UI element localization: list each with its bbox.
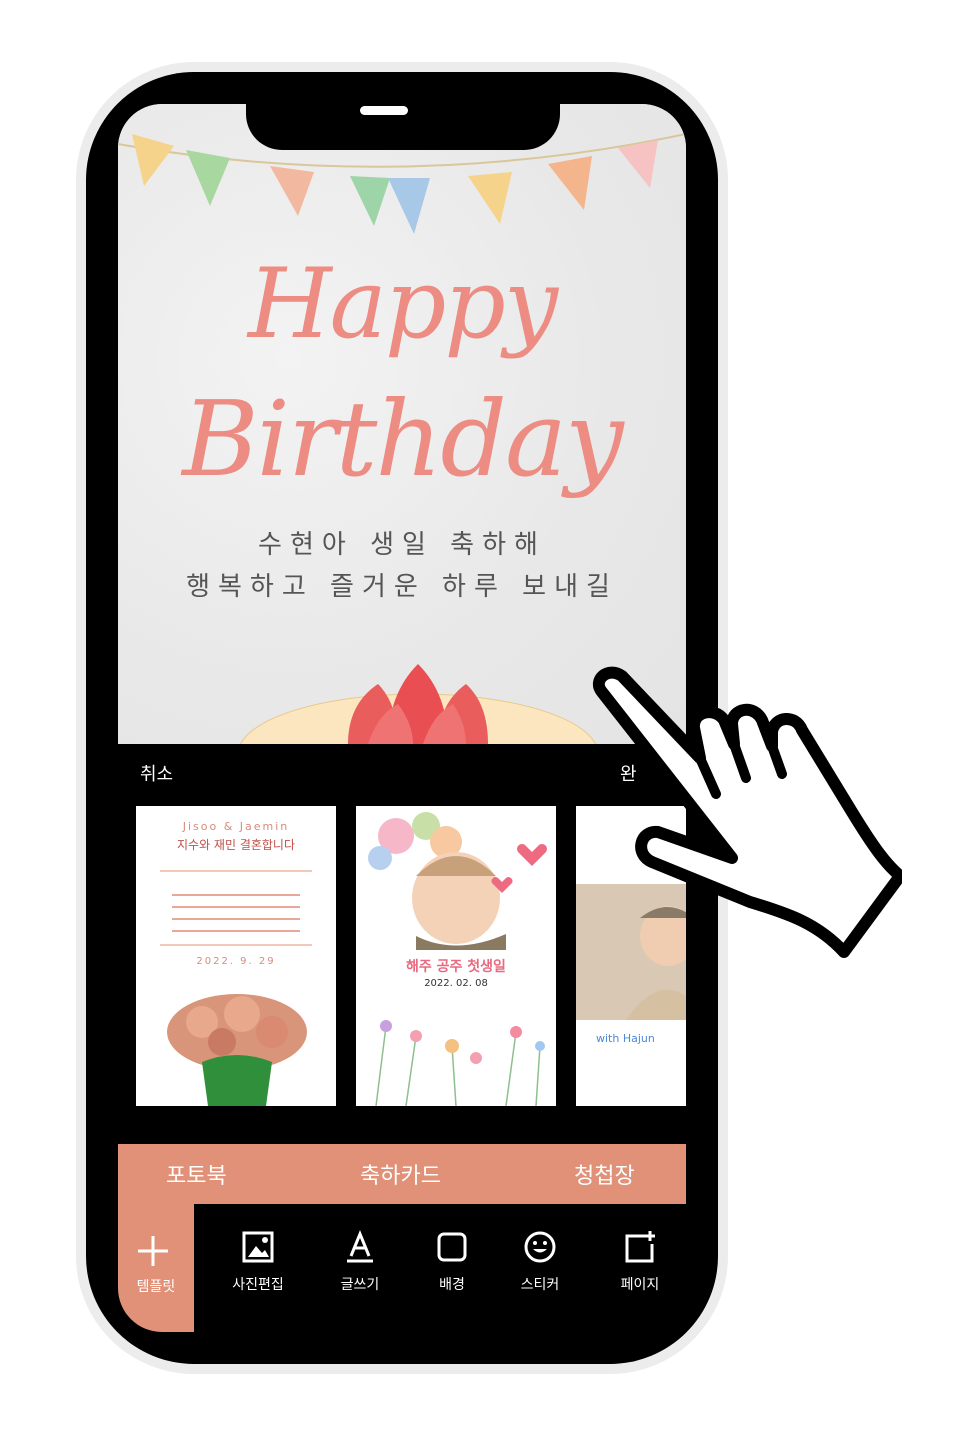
strawberry-cake-illustration — [239, 664, 597, 744]
tool-label: 스티커 — [520, 1277, 560, 1293]
card-message-line2: 행복하고 즐거운 하루 보내길 — [186, 572, 618, 602]
template-date: 2022. 02. 08 — [424, 978, 488, 989]
tool-text[interactable]: 글쓰기 — [320, 1230, 400, 1294]
template-names-en: Jisoo & Jaemin — [182, 820, 290, 833]
template-divider — [160, 870, 312, 872]
template-button-label: 템플릿 — [136, 1279, 176, 1295]
image-icon — [242, 1231, 274, 1263]
category-greeting-card[interactable]: 축하카드 — [360, 1158, 441, 1190]
template-headline: 지수와 재민 결혼합니다 — [176, 838, 296, 852]
add-page-icon — [625, 1231, 655, 1263]
tool-label: 페이지 — [620, 1277, 660, 1293]
phone-speaker — [360, 106, 408, 115]
birthday-card-preview[interactable]: Happy Birthday 수현아 생일 축하해 행복하고 즐거운 하루 보내… — [118, 104, 686, 744]
template-text-lines — [172, 884, 300, 942]
template-thumbnail-first-birthday[interactable]: 해주 공주 첫생일 2022. 02. 08 — [356, 806, 556, 1106]
template-divider — [160, 944, 312, 946]
text-icon — [347, 1230, 373, 1263]
editor-toolbar: 템플릿 사진편집 글쓰기 배경 스티커 페이지 — [118, 1204, 686, 1332]
card-title-birthday: Birthday — [182, 378, 624, 500]
category-invitation[interactable]: 청첩장 — [574, 1158, 635, 1190]
tool-page[interactable]: 페이지 — [600, 1230, 680, 1294]
tool-label: 글쓰기 — [340, 1277, 380, 1293]
template-date: 2022. 9. 29 — [196, 956, 276, 967]
template-button[interactable]: 템플릿 — [118, 1204, 194, 1332]
tool-background[interactable]: 배경 — [412, 1230, 492, 1294]
category-bar: 포토북 축하카드 청첩장 — [118, 1144, 686, 1204]
tool-photo-edit[interactable]: 사진편집 — [218, 1230, 298, 1294]
template-thumbnail-wedding[interactable]: Jisoo & Jaemin 지수와 재민 결혼합니다 2022. 9. 29 — [136, 806, 336, 1106]
plus-icon — [138, 1236, 168, 1266]
card-title-happy: Happy — [247, 248, 558, 360]
tool-label: 사진편집 — [232, 1277, 284, 1293]
pointing-hand-icon — [592, 666, 902, 958]
category-photobook[interactable]: 포토북 — [166, 1158, 227, 1190]
phone-notch — [246, 96, 560, 150]
cancel-button[interactable]: 취소 — [140, 760, 173, 786]
tool-sticker[interactable]: 스티커 — [500, 1230, 580, 1294]
template-headline: 해주 공주 첫생일 — [406, 959, 506, 975]
flower-vase-image — [167, 994, 307, 1106]
smiley-icon — [524, 1231, 556, 1263]
square-icon — [437, 1232, 467, 1262]
template-caption: with Hajun — [596, 1032, 655, 1045]
tool-label: 배경 — [439, 1277, 465, 1293]
card-message-line1: 수현아 생일 축하해 — [258, 530, 546, 560]
